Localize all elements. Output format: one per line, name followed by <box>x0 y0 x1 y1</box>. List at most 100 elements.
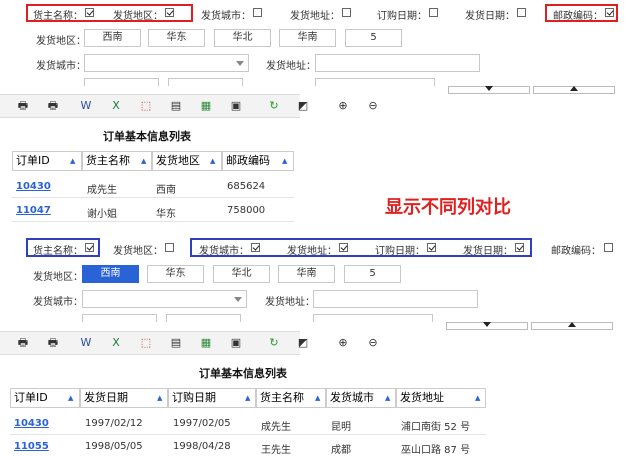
top-region-page-number[interactable]: 5 <box>345 29 402 47</box>
bottom-checkbox-order-date[interactable] <box>427 243 436 252</box>
sort-icon[interactable]: ▲ <box>245 394 252 402</box>
zoom-out-icon[interactable]: ⊖ <box>366 99 380 113</box>
word-export-icon[interactable]: W <box>79 99 93 113</box>
top-date-input-1[interactable] <box>84 78 159 86</box>
top-checkbox-city[interactable] <box>253 8 262 17</box>
bottom-header-address[interactable]: 发货地址 ▲ <box>396 388 486 408</box>
zoom-out-icon[interactable]: ⊖ <box>366 336 380 350</box>
top-checkbox-consignee[interactable] <box>85 8 94 17</box>
print-preview-icon[interactable]: 🖶 <box>46 336 60 350</box>
top-checkbox-order-date[interactable] <box>429 8 438 17</box>
top-checkbox-ship-date[interactable] <box>517 8 526 17</box>
print-icon[interactable]: 🖶 <box>16 99 30 113</box>
cell-consignee: 王先生 <box>261 445 291 456</box>
bottom-region-page-number[interactable]: 5 <box>344 265 401 283</box>
refresh-icon[interactable]: ↻ <box>267 99 281 113</box>
pdf-export-icon[interactable]: ⬚ <box>139 99 153 113</box>
bottom-city-select[interactable] <box>82 290 247 308</box>
bottom-region-north[interactable]: 华北 <box>213 265 270 283</box>
text-export-icon[interactable]: ▤ <box>169 336 183 350</box>
print-icon[interactable]: 🖶 <box>16 336 30 350</box>
print-preview-icon[interactable]: 🖶 <box>46 99 60 113</box>
bottom-date-input-3[interactable] <box>313 314 433 322</box>
cell-ship-date: 1998/05/05 <box>85 441 143 452</box>
order-id-link[interactable]: 11047 <box>16 205 51 216</box>
pdf-export-icon[interactable]: ⬚ <box>139 336 153 350</box>
bottom-check-label-region: 发货地区： <box>113 246 163 257</box>
rss-icon[interactable]: ◩ <box>296 99 310 113</box>
sort-icon[interactable]: ▲ <box>385 394 392 402</box>
top-region-south[interactable]: 华南 <box>279 29 336 47</box>
top-date-input-3[interactable] <box>315 78 435 86</box>
order-id-link[interactable]: 10430 <box>16 181 51 192</box>
top-address-label: 发货地址： <box>266 61 316 72</box>
excel-export-icon[interactable]: X <box>109 99 123 113</box>
header-label: 订单ID <box>14 391 48 404</box>
top-address-input[interactable] <box>315 54 480 72</box>
cell-postcode: 685624 <box>227 181 266 192</box>
excel-export-icon[interactable]: X <box>109 336 123 350</box>
top-city-select[interactable] <box>84 54 249 72</box>
top-checkbox-address[interactable] <box>342 8 351 17</box>
bottom-address-label: 发货地址： <box>265 297 315 308</box>
bottom-header-city[interactable]: 发货城市 ▲ <box>326 388 396 408</box>
top-check-label-order-date: 订购日期： <box>377 11 427 22</box>
zoom-in-icon[interactable]: ⊕ <box>336 336 350 350</box>
sort-icon[interactable]: ▲ <box>210 157 217 165</box>
bottom-checkbox-consignee[interactable] <box>85 243 94 252</box>
sort-icon[interactable]: ▲ <box>141 157 148 165</box>
top-region-southwest[interactable]: 西南 <box>84 29 141 47</box>
sort-icon[interactable]: ▲ <box>68 394 75 402</box>
sort-icon[interactable]: ▲ <box>475 394 482 402</box>
bottom-checkbox-region[interactable] <box>165 243 174 252</box>
image-export-icon[interactable]: ▦ <box>199 336 213 350</box>
bottom-checkbox-city[interactable] <box>251 243 260 252</box>
header-label: 发货地址 <box>400 391 444 404</box>
cell-consignee: 成先生 <box>87 185 117 196</box>
page-setup-icon[interactable]: ▣ <box>229 336 243 350</box>
bottom-collapse-down-button[interactable] <box>446 322 528 330</box>
sort-icon[interactable]: ▲ <box>157 394 164 402</box>
top-header-consignee[interactable]: 货主名称 ▲ <box>82 151 152 171</box>
bottom-address-input[interactable] <box>313 290 478 308</box>
top-header-order-id[interactable]: 订单ID ▲ <box>12 151 82 171</box>
top-checkbox-region[interactable] <box>165 8 174 17</box>
bottom-checkbox-address[interactable] <box>339 243 348 252</box>
refresh-icon[interactable]: ↻ <box>267 336 281 350</box>
bottom-region-south[interactable]: 华南 <box>278 265 335 283</box>
header-label: 发货城市 <box>330 391 374 404</box>
bottom-date-input-2[interactable] <box>166 314 241 322</box>
word-export-icon[interactable]: W <box>79 336 93 350</box>
bottom-header-ship-date[interactable]: 发货日期 ▲ <box>80 388 168 408</box>
bottom-collapse-up-button[interactable] <box>531 322 613 330</box>
top-header-region[interactable]: 发货地区 ▲ <box>152 151 222 171</box>
zoom-in-icon[interactable]: ⊕ <box>336 99 350 113</box>
bottom-checkbox-ship-date[interactable] <box>515 243 524 252</box>
bottom-region-southwest[interactable]: 西南 <box>82 265 139 283</box>
sort-icon[interactable]: ▲ <box>70 157 77 165</box>
page-setup-icon[interactable]: ▣ <box>229 99 243 113</box>
text-export-icon[interactable]: ▤ <box>169 99 183 113</box>
top-collapse-down-button[interactable] <box>448 86 530 94</box>
top-checkbox-postcode[interactable] <box>605 8 614 17</box>
header-label: 发货日期 <box>84 391 128 404</box>
rss-icon[interactable]: ◩ <box>296 336 310 350</box>
top-region-north[interactable]: 华北 <box>214 29 271 47</box>
top-header-postcode[interactable]: 邮政编码 ▲ <box>222 151 294 171</box>
bottom-date-input-1[interactable] <box>82 314 157 322</box>
bottom-header-order-date[interactable]: 订购日期 ▲ <box>168 388 256 408</box>
bottom-checkbox-postcode[interactable] <box>604 243 613 252</box>
top-region-east[interactable]: 华东 <box>148 29 205 47</box>
bottom-check-label-ship-date: 发货日期： <box>463 246 513 257</box>
order-id-link[interactable]: 10430 <box>14 418 49 429</box>
top-check-label-city: 发货城市： <box>201 11 251 22</box>
order-id-link[interactable]: 11055 <box>14 441 49 452</box>
bottom-header-order-id[interactable]: 订单ID ▲ <box>10 388 80 408</box>
top-collapse-up-button[interactable] <box>533 86 615 94</box>
bottom-region-east[interactable]: 华东 <box>147 265 204 283</box>
bottom-header-consignee[interactable]: 货主名称 ▲ <box>256 388 326 408</box>
top-date-input-2[interactable] <box>168 78 243 86</box>
sort-icon[interactable]: ▲ <box>282 157 289 165</box>
sort-icon[interactable]: ▲ <box>315 394 322 402</box>
image-export-icon[interactable]: ▦ <box>199 99 213 113</box>
